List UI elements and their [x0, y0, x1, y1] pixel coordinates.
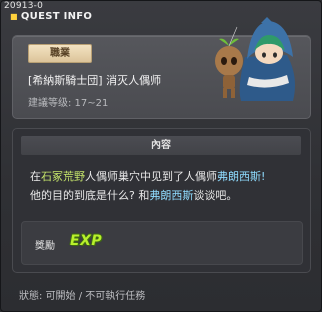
doll-eye-right: [231, 57, 237, 65]
doll-sprout: [219, 38, 239, 46]
npc-eye-left: [262, 52, 266, 58]
doll-body: [223, 75, 235, 89]
recommended-level: 建議等级: 17~21: [28, 98, 109, 109]
quest-status: 狀態: 可開始 / 不可執行任務: [19, 291, 146, 302]
desc-text: 在: [30, 170, 41, 183]
doll-leg-left: [223, 88, 227, 98]
quest-info-window: 20913-0 ■ QUEST INFO 職業 [希納斯騎士団] 消灭人偶师 建議…: [0, 0, 322, 312]
npc-eye-right: [273, 52, 277, 58]
quest-description: 在石冢荒野人偶师巢穴中见到了人偶师弗朗西斯! 他的目的到底是什么? 和弗朗西斯谈…: [30, 167, 302, 205]
job-badge: 職業: [28, 44, 92, 63]
quest-id: 20913-0: [4, 1, 44, 11]
reward-box: 獎勵 EXP: [21, 221, 303, 265]
quest-name: [希納斯騎士団] 消灭人偶师: [28, 74, 162, 87]
desc-text: 他的目的到底是什么? 和: [30, 189, 150, 202]
content-header: 內容: [21, 136, 301, 155]
desc-text: !: [261, 170, 266, 183]
desc-npc-highlight: 弗朗西斯: [149, 189, 194, 202]
bullet-icon: ■: [10, 12, 18, 21]
doll-head: [215, 46, 243, 76]
desc-text: 谈谈吧。: [193, 189, 238, 202]
exp-reward-icon: EXP: [70, 233, 103, 249]
window-title-text: QUEST INFO: [20, 11, 93, 22]
reward-label: 獎勵: [35, 241, 55, 252]
npc-portrait-icon: [215, 17, 295, 101]
desc-text: 人偶师巢穴中见到了人偶师: [85, 170, 217, 183]
doll-string: [228, 26, 238, 47]
doll-eye-left: [221, 57, 227, 65]
window-title: ■ QUEST INFO: [10, 11, 92, 22]
quest-content-panel: 內容 在石冢荒野人偶师巢穴中见到了人偶师弗朗西斯! 他的目的到底是什么? 和弗朗…: [12, 128, 311, 273]
npc-hood-spike: [261, 17, 273, 23]
doll-leg-right: [231, 88, 235, 98]
desc-place-highlight: 石冢荒野: [41, 170, 85, 183]
desc-npc-highlight: 弗朗西斯: [217, 170, 261, 183]
